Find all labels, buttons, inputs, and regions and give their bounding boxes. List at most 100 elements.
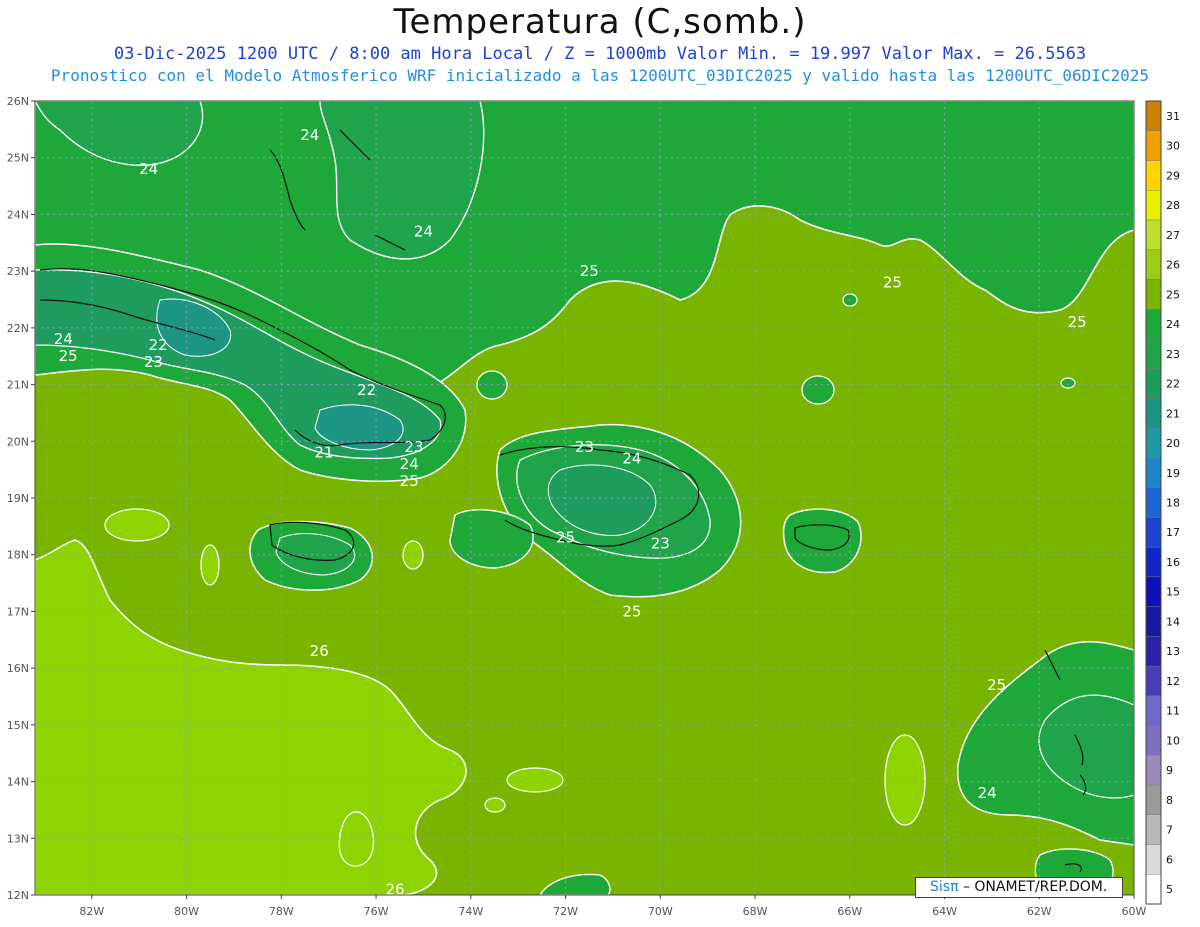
map-title: Temperatura (C,somb.) — [393, 2, 807, 42]
colorbar-label: 26 — [1166, 259, 1180, 272]
field-26-patch-2 — [200, 544, 220, 586]
field-26-patch-6 — [506, 767, 564, 793]
colorbar-swatch — [1145, 100, 1162, 131]
field-patch-2 — [801, 375, 835, 405]
contour-label: 25 — [987, 676, 1006, 694]
lat-tick-label: 17N — [7, 605, 29, 618]
lat-tick-label: 18N — [7, 549, 29, 562]
colorbar-label: 10 — [1166, 734, 1180, 747]
colorbar-label: 15 — [1166, 586, 1180, 599]
contour-label: 25 — [622, 602, 641, 620]
lat-tick-label: 19N — [7, 492, 29, 505]
lat-tick-label: 13N — [7, 832, 29, 845]
contour-label: 23 — [575, 438, 594, 456]
lon-tick-label: 68W — [743, 905, 768, 918]
colorbar-swatch — [1145, 665, 1162, 697]
contour-label: 25 — [1068, 313, 1087, 331]
colorbar-label: 16 — [1166, 556, 1180, 569]
lon-tick-label: 78W — [269, 905, 294, 918]
colorbar-label: 25 — [1166, 288, 1180, 301]
lon-tick-label: 66W — [837, 905, 862, 918]
contour-label: 24 — [54, 330, 73, 348]
field-26-patch-1 — [104, 508, 170, 542]
lat-tick-label: 14N — [7, 776, 29, 789]
colorbar-label: 24 — [1166, 318, 1180, 331]
colorbar-label: 31 — [1166, 110, 1180, 123]
lon-tick-label: 60W — [1122, 905, 1147, 918]
lat-tick-label: 15N — [7, 719, 29, 732]
contour-label: 23 — [144, 353, 163, 371]
contour-label: 24 — [300, 126, 319, 144]
lon-tick-label: 76W — [364, 905, 389, 918]
colorbar-swatch — [1145, 457, 1162, 488]
colorbar-swatch — [1145, 874, 1162, 905]
colorbar-swatch — [1145, 755, 1162, 786]
field-26-patch-4 — [884, 734, 926, 826]
colorbar-label: 7 — [1166, 824, 1173, 837]
colorbar-label: 9 — [1166, 764, 1173, 777]
lat-tick-label: 26N — [7, 95, 29, 108]
contour-label: 26 — [310, 642, 329, 660]
field-26-patch-5 — [484, 797, 506, 813]
contour-label: 23 — [651, 534, 670, 552]
colorbar-swatch — [1145, 427, 1162, 459]
field-26-patch-7 — [338, 811, 375, 867]
colorbar-swatch — [1145, 784, 1162, 815]
colorbar-swatch — [1145, 308, 1162, 340]
colorbar-label: 27 — [1166, 229, 1180, 242]
lat-tick-label: 20N — [7, 435, 29, 448]
colorbar-label: 18 — [1166, 497, 1180, 510]
map-plot-area — [35, 101, 1134, 895]
colorbar-label: 17 — [1166, 526, 1180, 539]
contour-label: 24 — [414, 222, 433, 240]
lat-tick-label: 21N — [7, 379, 29, 392]
field-patch-4 — [1060, 377, 1076, 389]
colorbar-label: 30 — [1166, 140, 1180, 153]
colorbar-swatch — [1145, 279, 1162, 310]
colorbar-label: 12 — [1166, 675, 1180, 688]
lon-tick-label: 82W — [79, 905, 104, 918]
colorbar-swatch — [1145, 130, 1162, 161]
colorbar-swatch — [1145, 517, 1162, 548]
lon-tick-label: 70W — [648, 905, 673, 918]
lon-tick-label: 72W — [553, 905, 578, 918]
colorbar-swatch — [1145, 606, 1162, 637]
colorbar-label: 6 — [1166, 853, 1173, 866]
colorbar-swatch — [1145, 219, 1162, 250]
colorbar-swatch — [1145, 190, 1162, 221]
colorbar-swatch — [1145, 398, 1162, 429]
contour-label: 24 — [139, 160, 158, 178]
contour-label: 22 — [357, 381, 376, 399]
lat-tick-label: 24N — [7, 208, 29, 221]
temperature-map: 242424252525242522232223212425232425 2325… — [7, 95, 1180, 918]
colorbar-swatch — [1145, 636, 1162, 667]
contour-label: 23 — [404, 438, 423, 456]
colorbar-swatch — [1145, 814, 1162, 845]
colorbar-label: 29 — [1166, 169, 1180, 182]
contour-label: 25 — [580, 262, 599, 280]
credit-text: – ONAMET/REP.DOM. — [962, 879, 1108, 895]
colorbar-label: 22 — [1166, 378, 1180, 391]
lon-tick-label: 74W — [458, 905, 483, 918]
contour-label: 26 — [385, 880, 404, 898]
colorbar-label: 13 — [1166, 645, 1180, 658]
colorbar: 5 6 7 8 9 10 11 12 13 14 15 16 17 18 19 20 21 22 23 24 25 26 2… — [1145, 100, 1180, 905]
contour-label: 25 — [883, 273, 902, 291]
lat-tick-label: 22N — [7, 322, 29, 335]
colorbar-swatch — [1145, 338, 1162, 369]
colorbar-label: 14 — [1166, 615, 1180, 628]
colorbar-label: 21 — [1166, 407, 1180, 420]
colorbar-label: 19 — [1166, 467, 1180, 480]
contour-label: 24 — [978, 784, 997, 802]
colorbar-label: 23 — [1166, 348, 1180, 361]
field-hispaniola-west — [449, 509, 534, 569]
credit-brand: Sisπ — [930, 879, 959, 895]
colorbar-label: 28 — [1166, 199, 1180, 212]
colorbar-swatch — [1145, 695, 1162, 726]
lat-tick-label: 16N — [7, 662, 29, 675]
colorbar-swatch — [1145, 546, 1162, 578]
colorbar-swatch — [1145, 160, 1162, 191]
contour-label: 25 — [59, 347, 78, 365]
colorbar-swatch — [1145, 844, 1162, 875]
contour-label: 24 — [400, 455, 419, 473]
